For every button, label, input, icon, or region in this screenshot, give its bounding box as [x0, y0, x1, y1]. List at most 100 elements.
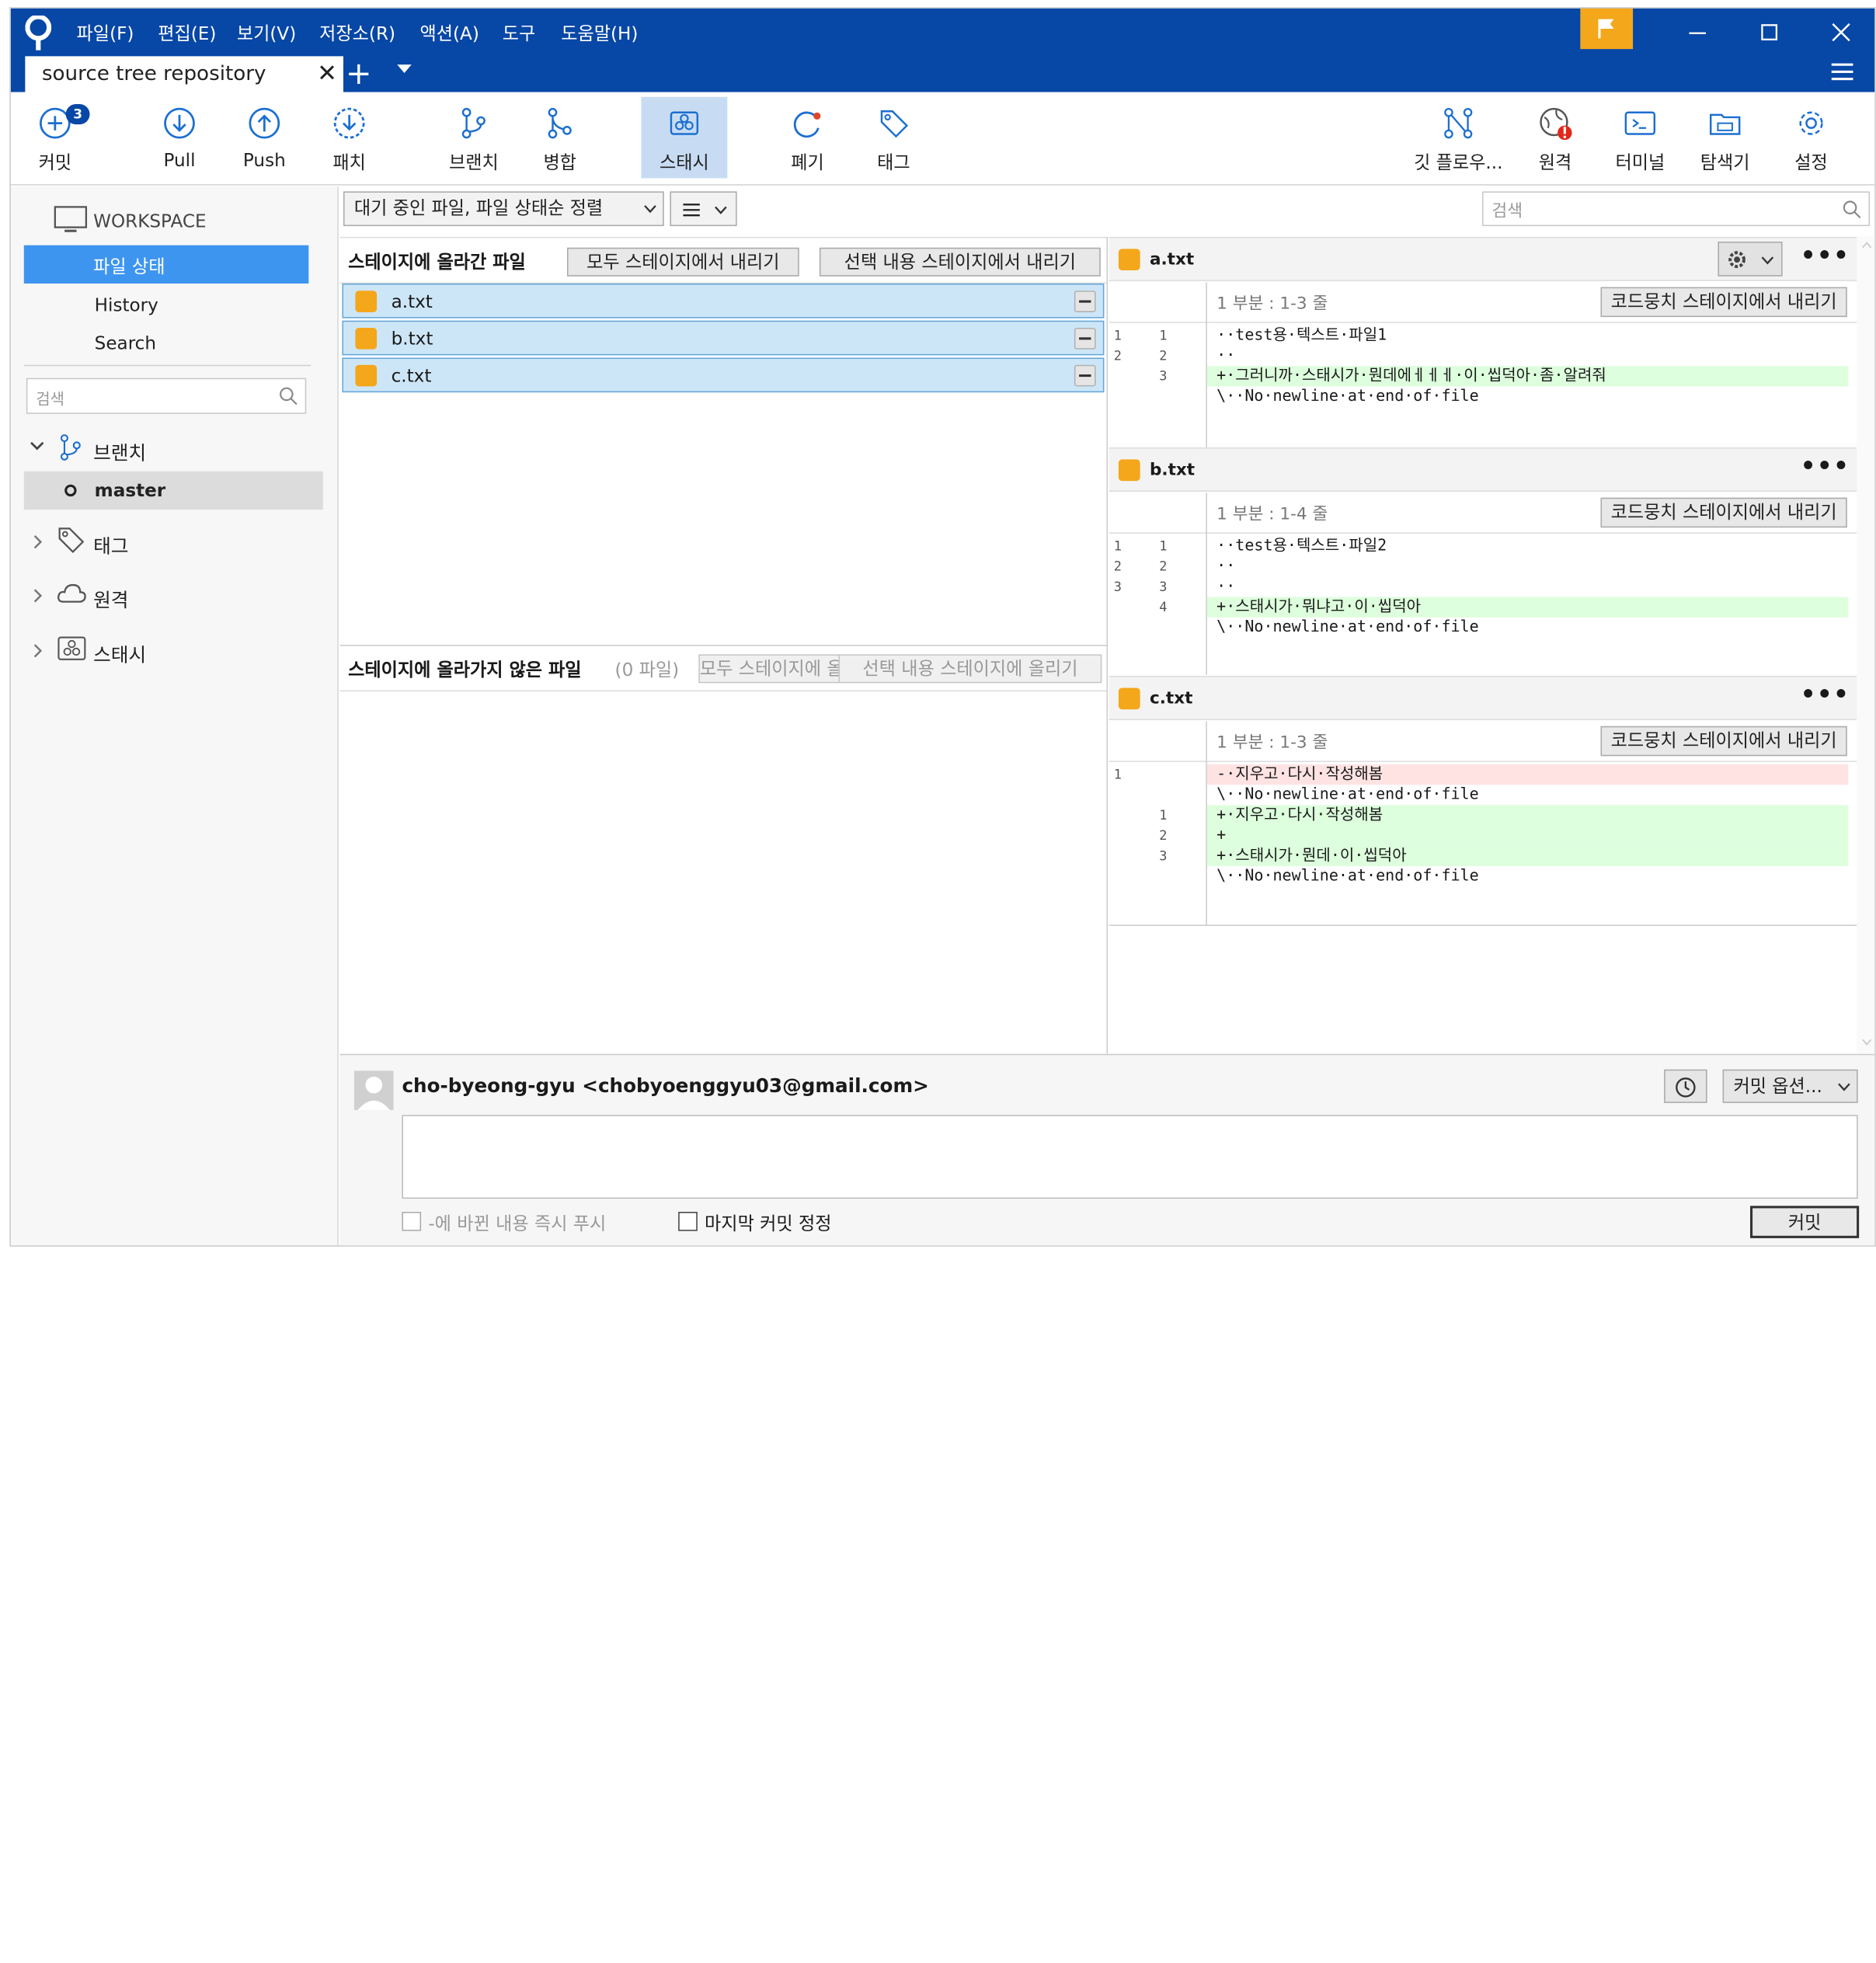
- diff-line[interactable]: \··No·newline·at·end·of·file: [1207, 386, 1848, 406]
- unstage-hunk-button[interactable]: 코드뭉치 스테이지에서 내리기: [1600, 726, 1847, 757]
- settings-button[interactable]: 설정: [1770, 97, 1853, 179]
- tag-button[interactable]: 태그: [851, 97, 935, 179]
- diff-line[interactable]: ··: [1207, 576, 1848, 597]
- more-options-icon[interactable]: •••: [1801, 680, 1850, 708]
- push-immediately-checkbox[interactable]: [402, 1212, 422, 1231]
- staged-file-row[interactable]: b.txt: [342, 320, 1105, 356]
- hamburger-menu-icon[interactable]: [1831, 63, 1853, 81]
- sidebar-item-history[interactable]: History: [95, 294, 158, 316]
- stage-selected-button[interactable]: 선택 내용 스테이지에 올리기: [838, 654, 1102, 684]
- amend-commit-checkbox[interactable]: [678, 1212, 698, 1231]
- menu-view[interactable]: 보기(V): [237, 20, 296, 45]
- scroll-down-icon[interactable]: [1861, 1039, 1872, 1046]
- clock-icon: [1676, 1077, 1696, 1098]
- staged-file-row[interactable]: c.txt: [342, 357, 1105, 393]
- menu-help[interactable]: 도움말(H): [561, 20, 638, 45]
- new-line-number: 3: [1159, 579, 1168, 595]
- push-button[interactable]: Push: [222, 97, 306, 179]
- more-options-icon[interactable]: •••: [1801, 241, 1850, 270]
- branches-heading[interactable]: 브랜치: [93, 437, 146, 465]
- menu-tools[interactable]: 도구: [503, 20, 536, 45]
- gitflow-button[interactable]: 깃 플로우...: [1404, 97, 1512, 179]
- diff-scrollbar[interactable]: [1857, 236, 1875, 1054]
- diff-line[interactable]: +: [1206, 825, 1849, 846]
- scroll-up-icon[interactable]: [1861, 242, 1872, 249]
- hunk-label: 1 부분 : 1-4 줄: [1216, 504, 1328, 524]
- more-options-icon[interactable]: •••: [1801, 451, 1850, 480]
- explorer-button[interactable]: 탐색기: [1683, 97, 1767, 179]
- view-mode-dropdown[interactable]: [670, 191, 737, 227]
- new-tab-button[interactable]: +: [346, 56, 372, 92]
- chevron-down-icon: [1761, 256, 1774, 265]
- remotes-heading[interactable]: 원격: [93, 584, 128, 613]
- menu-file[interactable]: 파일(F): [77, 20, 134, 45]
- diff-line[interactable]: +·스태시가·뭔데·이·씹덕아: [1206, 845, 1849, 866]
- chevron-right-icon[interactable]: [33, 589, 44, 603]
- terminal-button[interactable]: 터미널: [1598, 97, 1682, 179]
- diff-line[interactable]: ··test용·텍스트·파일1: [1207, 325, 1848, 346]
- sidebar: WORKSPACE 파일 상태 History Search 검색 브랜치 ma…: [10, 186, 339, 1246]
- panel-splitter[interactable]: [1106, 236, 1109, 1054]
- menu-edit[interactable]: 편집(E): [158, 20, 216, 45]
- diff-line[interactable]: +·스태시가·뭐냐고·이·씹덕아: [1206, 597, 1849, 618]
- staged-file-row[interactable]: a.txt: [342, 283, 1105, 318]
- merge-button[interactable]: 병합: [518, 97, 602, 179]
- commit-options-dropdown[interactable]: 커밋 옵션...: [1722, 1069, 1858, 1103]
- commit-button[interactable]: 3 커밋: [13, 97, 97, 179]
- unstage-minus-icon[interactable]: [1074, 327, 1096, 350]
- new-line-number: 2: [1159, 348, 1168, 364]
- stage-all-button[interactable]: 모두 스테이지에 올리기: [698, 654, 843, 684]
- discard-icon: [793, 111, 821, 138]
- tags-heading[interactable]: 태그: [93, 530, 128, 559]
- chevron-right-icon[interactable]: [33, 534, 44, 549]
- commit-submit-button[interactable]: 커밋: [1750, 1206, 1860, 1238]
- menu-action[interactable]: 액션(A): [420, 20, 479, 45]
- unstage-hunk-button[interactable]: 코드뭉치 스테이지에서 내리기: [1600, 287, 1847, 318]
- new-line-number: 1: [1159, 807, 1168, 823]
- diff-line[interactable]: \··No·newline·at·end·of·file: [1207, 866, 1848, 886]
- chevron-right-icon[interactable]: [33, 644, 44, 658]
- chevron-down-icon[interactable]: [30, 440, 44, 452]
- unstage-minus-icon[interactable]: [1074, 364, 1096, 387]
- minimize-button[interactable]: [1662, 9, 1733, 57]
- diff-line[interactable]: ··test용·텍스트·파일2: [1207, 536, 1848, 556]
- discard-button[interactable]: 폐기: [766, 97, 850, 179]
- diff-line[interactable]: +·그러니까·스태시가·뭔데에ㅔㅔㅔ·이·씹덕아·좀·알려줘: [1206, 366, 1849, 387]
- gitflow-label: 깃 플로우...: [1414, 151, 1503, 174]
- tab-dropdown-icon[interactable]: [397, 64, 412, 73]
- stash-button[interactable]: 스태시: [641, 96, 728, 179]
- patch-button[interactable]: 패치: [308, 97, 392, 179]
- remote-button[interactable]: 원격: [1513, 97, 1597, 179]
- unstage-selected-button[interactable]: 선택 내용 스테이지에서 내리기: [819, 247, 1101, 277]
- stashes-heading[interactable]: 스태시: [93, 639, 146, 667]
- diff-line[interactable]: ··: [1207, 556, 1848, 576]
- pull-button[interactable]: Pull: [137, 97, 221, 179]
- branch-item-master[interactable]: master: [23, 471, 323, 510]
- diff-hunk-header: 1 부분 : 1-3 줄 코드뭉치 스테이지에서 내리기: [1109, 721, 1875, 762]
- commit-message-input[interactable]: [402, 1115, 1858, 1199]
- sort-dropdown[interactable]: 대기 중인 파일, 파일 상태순 정렬: [343, 191, 664, 227]
- close-window-button[interactable]: [1805, 9, 1874, 57]
- diff-line[interactable]: +·지우고·다시·작성해봄: [1206, 805, 1849, 826]
- diff-options-dropdown[interactable]: [1718, 242, 1783, 277]
- repository-tab[interactable]: source tree repository ✕: [25, 56, 343, 92]
- menu-repository[interactable]: 저장소(R): [319, 20, 395, 45]
- diff-line[interactable]: \··No·newline·at·end·of·file: [1207, 785, 1848, 805]
- diff-line[interactable]: -·지우고·다시·작성해봄: [1206, 764, 1849, 785]
- commit-options-label: 커밋 옵션...: [1733, 1075, 1822, 1098]
- maximize-button[interactable]: [1733, 9, 1805, 57]
- diff-line[interactable]: ··: [1207, 346, 1848, 366]
- unstage-minus-icon[interactable]: [1074, 291, 1096, 312]
- file-search-input[interactable]: 검색: [1482, 191, 1871, 227]
- unstage-hunk-button[interactable]: 코드뭉치 스테이지에서 내리기: [1600, 497, 1847, 528]
- notification-flag-button[interactable]: [1580, 8, 1634, 50]
- commit-history-button[interactable]: [1664, 1069, 1707, 1103]
- sidebar-item-search[interactable]: Search: [95, 332, 156, 354]
- diff-line[interactable]: \··No·newline·at·end·of·file: [1207, 618, 1848, 638]
- settings-label: 설정: [1794, 151, 1828, 174]
- branch-button[interactable]: 브랜치: [432, 97, 516, 179]
- sidebar-search-input[interactable]: 검색: [26, 378, 307, 414]
- sidebar-item-file-status[interactable]: 파일 상태: [23, 245, 309, 284]
- unstage-all-button[interactable]: 모두 스테이지에서 내리기: [566, 247, 799, 277]
- tab-close-icon[interactable]: ✕: [317, 58, 337, 87]
